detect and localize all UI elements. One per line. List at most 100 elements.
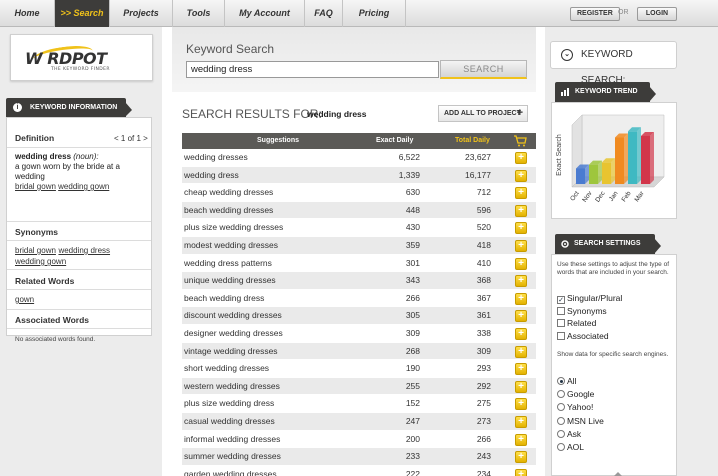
login-button[interactable]: LOGIN: [637, 7, 677, 21]
keyword-cell[interactable]: plus size wedding dress: [184, 395, 274, 412]
radio-google[interactable]: Google: [557, 389, 594, 399]
radio-all[interactable]: All: [557, 376, 576, 386]
keyword-cell[interactable]: unique wedding dresses: [184, 272, 276, 289]
chart-bar: [589, 164, 598, 184]
keyword-cell[interactable]: garden wedding dresses: [184, 466, 277, 476]
keyword-cell[interactable]: vintage wedding dresses: [184, 343, 278, 360]
keyword-cell[interactable]: western wedding dresses: [184, 378, 280, 395]
chart-icon: [561, 88, 569, 96]
related-link[interactable]: gown: [15, 295, 34, 304]
add-keyword-button[interactable]: +: [515, 398, 527, 411]
header-exact-daily[interactable]: Exact Daily: [376, 133, 413, 149]
radio-msn-live[interactable]: MSN Live: [557, 416, 604, 426]
keyword-cell[interactable]: wedding dress patterns: [184, 255, 272, 272]
keyword-search-input[interactable]: [186, 61, 439, 78]
search-button[interactable]: SEARCH: [440, 60, 527, 79]
add-keyword-button[interactable]: +: [515, 415, 527, 428]
keyword-cell[interactable]: plus size wedding dresses: [184, 219, 283, 236]
nav-search[interactable]: >> Search: [55, 0, 110, 27]
keyword-cell[interactable]: summer wedding dresses: [184, 448, 281, 465]
add-all-to-project-button[interactable]: ADD ALL TO PROJECT +: [438, 105, 528, 122]
keyword-cell[interactable]: discount wedding dresses: [184, 307, 282, 324]
nav-faq[interactable]: FAQ: [305, 0, 343, 27]
exact-daily-cell: 309: [405, 327, 420, 338]
radio-circle[interactable]: [557, 403, 565, 412]
chart-bar: [615, 137, 624, 184]
add-keyword-button[interactable]: +: [515, 169, 527, 182]
nav-pricing[interactable]: Pricing: [343, 0, 406, 27]
table-row: vintage wedding dresses 268 309 +: [182, 342, 536, 361]
synonyms-heading: Synonyms: [15, 227, 58, 237]
add-keyword-button[interactable]: +: [515, 239, 527, 252]
add-keyword-button[interactable]: +: [515, 433, 527, 446]
add-keyword-button[interactable]: +: [515, 275, 527, 288]
nav-my-account[interactable]: My Account: [225, 0, 305, 27]
add-keyword-button[interactable]: +: [515, 363, 527, 376]
keyword-cell[interactable]: wedding dress: [184, 167, 239, 184]
exact-daily-cell: 448: [405, 204, 420, 215]
add-keyword-button[interactable]: +: [515, 187, 527, 200]
add-keyword-button[interactable]: +: [515, 257, 527, 270]
header-total-daily[interactable]: Total Daily: [455, 133, 490, 149]
associated-words-heading: Associated Words: [15, 315, 90, 325]
exact-daily-cell: 630: [405, 187, 420, 198]
add-keyword-button[interactable]: +: [515, 152, 527, 164]
checkbox-singular-plural[interactable]: ✓ Singular/Plural: [557, 293, 622, 304]
keyword-cell[interactable]: modest wedding dresses: [184, 237, 278, 254]
definition-pager[interactable]: < 1 of 1 >: [114, 134, 148, 143]
add-keyword-button[interactable]: +: [515, 345, 527, 358]
exact-daily-cell: 152: [405, 398, 420, 409]
synonym-link[interactable]: wedding gown: [15, 257, 66, 266]
add-keyword-button[interactable]: +: [515, 468, 527, 476]
radio-circle[interactable]: [557, 429, 565, 438]
radio-circle[interactable]: [557, 390, 565, 399]
add-keyword-button[interactable]: +: [515, 451, 527, 464]
nav-tools[interactable]: Tools: [173, 0, 225, 27]
radio-ask[interactable]: Ask: [557, 429, 581, 439]
nav-projects[interactable]: Projects: [110, 0, 173, 27]
checkbox-related[interactable]: Related: [557, 318, 596, 328]
register-button[interactable]: REGISTER: [570, 7, 620, 21]
add-keyword-button[interactable]: +: [515, 204, 527, 217]
plus-icon: +: [516, 107, 523, 119]
checkbox-box[interactable]: [557, 306, 565, 315]
checkbox-box[interactable]: ✓: [557, 296, 565, 304]
keyword-cell[interactable]: casual wedding dresses: [184, 413, 275, 430]
keyword-cell[interactable]: designer wedding dresses: [184, 325, 283, 342]
logo-name: W RDPOT: [25, 49, 107, 68]
results-table-header: Suggestions Exact Daily Total Daily: [182, 133, 536, 149]
add-keyword-button[interactable]: +: [515, 380, 527, 393]
keyword-cell[interactable]: wedding dresses: [184, 149, 248, 166]
keyword-cell[interactable]: beach wedding dress: [184, 290, 264, 307]
add-keyword-button[interactable]: +: [515, 310, 527, 323]
header-suggestions[interactable]: Suggestions: [257, 133, 299, 149]
checkbox-box[interactable]: [557, 331, 565, 340]
definition-link-bridal-gown[interactable]: bridal gown: [15, 182, 56, 191]
chart-tick-label: Dec: [594, 190, 607, 204]
checkbox-box[interactable]: [557, 319, 565, 328]
radio-circle[interactable]: [557, 416, 565, 425]
total-daily-cell: 293: [476, 363, 491, 374]
keyword-cell[interactable]: informal wedding dresses: [184, 431, 280, 448]
keyword-cell[interactable]: short wedding dresses: [184, 360, 269, 377]
keyword-cell[interactable]: cheap wedding dresses: [184, 184, 273, 201]
scroll-up-icon[interactable]: [614, 472, 622, 476]
radio-circle[interactable]: [557, 443, 565, 451]
radio-aol[interactable]: AOL: [557, 442, 584, 452]
checkbox-synonyms[interactable]: Synonyms: [557, 306, 607, 316]
definition-link-wedding-gown[interactable]: wedding gown: [58, 182, 109, 191]
add-keyword-button[interactable]: +: [515, 222, 527, 235]
nav-home[interactable]: Home: [0, 0, 55, 27]
radio-circle[interactable]: [557, 377, 565, 385]
logo[interactable]: W RDPOT THE KEYWORD FINDER: [10, 34, 153, 81]
logo-tagline: THE KEYWORD FINDER: [51, 67, 110, 72]
keyword-search-header[interactable]: ⌄ KEYWORD SEARCH:: [550, 41, 677, 86]
add-keyword-button[interactable]: +: [515, 292, 527, 305]
add-keyword-button[interactable]: +: [515, 327, 527, 340]
radio-yahoo-[interactable]: Yahoo!: [557, 402, 593, 412]
synonym-link[interactable]: bridal gown: [15, 246, 56, 255]
table-row: unique wedding dresses 343 368 +: [182, 272, 536, 290]
checkbox-associated[interactable]: Associated: [557, 331, 609, 341]
synonym-link[interactable]: wedding dress: [58, 246, 110, 255]
keyword-cell[interactable]: beach wedding dresses: [184, 202, 273, 219]
